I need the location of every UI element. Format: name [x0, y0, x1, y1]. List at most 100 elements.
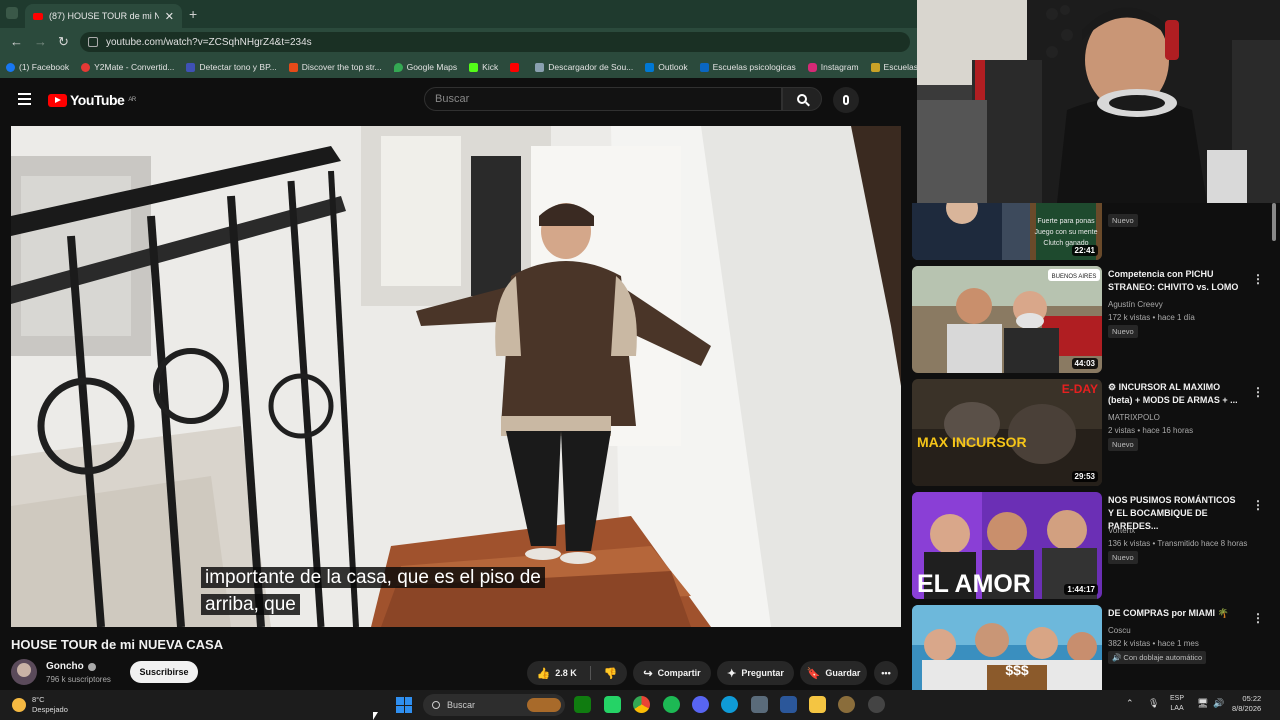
- site-info-icon[interactable]: [88, 37, 98, 47]
- thumb-title-text: EL AMOR: [917, 570, 1031, 598]
- weather-widget[interactable]: 8°C Despejado: [12, 695, 68, 715]
- subscriber-count: 796 k suscriptores: [46, 675, 111, 684]
- more-vertical-icon[interactable]: ⋮: [1252, 272, 1264, 286]
- video-thumbnail[interactable]: BUENOS AIRES 44:03: [912, 266, 1102, 373]
- like-divider: [589, 666, 591, 680]
- edge-icon[interactable]: [721, 696, 738, 713]
- bookmark-discover[interactable]: Discover the top str...: [288, 62, 382, 72]
- bookmark-detectar-tono[interactable]: Detectar tono y BP...: [186, 62, 277, 72]
- video-thumbnail[interactable]: $$$: [912, 605, 1102, 690]
- sidebar-scrollbar[interactable]: [1272, 203, 1276, 241]
- more-vertical-icon[interactable]: ⋮: [1252, 498, 1264, 512]
- spotify-icon[interactable]: [663, 696, 680, 713]
- y2mate-icon: [81, 62, 91, 72]
- recommendation-title[interactable]: Competencia con PICHU STRANEO: CHIVITO v…: [1108, 268, 1243, 294]
- like-count[interactable]: 2.8 K: [555, 668, 577, 678]
- xbox-icon[interactable]: [574, 696, 591, 713]
- recommendation-channel[interactable]: Coscu: [1108, 626, 1131, 635]
- taskbar-search[interactable]: Buscar: [423, 694, 565, 716]
- bookmark-y2mate[interactable]: Y2Mate - Convertid...: [81, 62, 174, 72]
- recommendation-channel[interactable]: Vorterix: [1108, 526, 1135, 535]
- close-tab-icon[interactable]: ✕: [165, 10, 174, 23]
- search-button[interactable]: [782, 87, 822, 111]
- ask-button[interactable]: ✦ Preguntar: [717, 661, 794, 685]
- video-thumbnail[interactable]: Fuerte para ponas Juego con su mente Clu…: [912, 203, 1102, 260]
- recommendation-meta: 172 k vistas • hace 1 día: [1108, 313, 1195, 322]
- share-button[interactable]: ↪ Compartir: [633, 661, 711, 685]
- windows-start-icon[interactable]: [396, 697, 412, 713]
- chrome-icon[interactable]: [633, 696, 650, 713]
- volume-icon[interactable]: 🔊: [1213, 698, 1224, 709]
- save-button[interactable]: 🔖 Guardar: [800, 661, 867, 685]
- thumb-text-line-1: Fuerte para ponas: [1037, 218, 1095, 225]
- more-actions-button[interactable]: •••: [874, 661, 898, 685]
- browser-tab-active[interactable]: (87) HOUSE TOUR de mi NUEVA... ✕: [25, 4, 182, 28]
- recommendation-title[interactable]: ⚙ INCURSOR AL MAXIMO (beta) + MODS DE AR…: [1108, 381, 1243, 407]
- bookmark-youtube[interactable]: [510, 62, 523, 72]
- video-player[interactable]: importante de la casa, que es el piso de…: [11, 126, 901, 627]
- like-icon[interactable]: 👍: [537, 667, 551, 680]
- bookmark-facebook[interactable]: (1) Facebook: [6, 62, 69, 72]
- tray-chevron-icon[interactable]: ⌃: [1126, 698, 1134, 709]
- bookmark-instagram[interactable]: Instagram: [807, 62, 859, 72]
- video-thumbnail[interactable]: MAX INCURSOR E-DAY 29:53: [912, 379, 1102, 486]
- obs-icon[interactable]: [868, 696, 885, 713]
- language-indicator[interactable]: ESP LAA: [1170, 694, 1184, 714]
- recommendation-title[interactable]: DE COMPRAS por MIAMI 🌴: [1108, 607, 1243, 620]
- menu-icon[interactable]: [18, 93, 31, 108]
- address-bar[interactable]: youtube.com/watch?v=ZCSqhNHgrZ4&t=234s: [80, 32, 910, 52]
- bookmark-soundcloud[interactable]: Descargador de Sou...: [535, 62, 633, 72]
- bookmark-kick[interactable]: Kick: [469, 62, 498, 72]
- reload-icon[interactable]: ↻: [58, 34, 69, 50]
- youtube-logo[interactable]: YouTube AR: [48, 92, 136, 108]
- subscribe-button[interactable]: Suscribirse: [130, 661, 198, 683]
- forward-arrow-icon[interactable]: →: [34, 34, 47, 49]
- more-vertical-icon[interactable]: ⋮: [1252, 611, 1264, 625]
- app-icon[interactable]: [838, 696, 855, 713]
- channel-avatar[interactable]: [11, 659, 37, 685]
- thumbnail-image: MAX INCURSOR E-DAY: [912, 379, 1102, 486]
- network-icon[interactable]: 🖥: [1197, 698, 1208, 709]
- new-badge: Nuevo: [1108, 551, 1138, 564]
- like-dislike-group: 👍 2.8 K 👎: [527, 661, 627, 685]
- tab-list-icon[interactable]: [6, 7, 18, 19]
- search-icon: [797, 94, 807, 104]
- whatsapp-icon[interactable]: [604, 696, 621, 713]
- microphone-icon: [843, 95, 849, 105]
- video-caption: importante de la casa, que es el piso de…: [201, 564, 545, 618]
- bookmark-escuelas-psicologicas[interactable]: Escuelas psicologicas: [699, 62, 796, 72]
- recommendation-channel[interactable]: MATRIXPOLO: [1108, 413, 1160, 422]
- thumbnail-image: BUENOS AIRES: [912, 266, 1102, 373]
- youtube-favicon-icon: [33, 12, 43, 20]
- cloud-icon: [535, 62, 545, 72]
- recommendation-item[interactable]: EL AMOR 1:44:17 NOS PUSIMOS ROMÁNTICOS Y…: [912, 492, 1272, 600]
- vocal-remover-icon: [186, 62, 196, 72]
- recommendation-item[interactable]: BUENOS AIRES 44:03 Competencia con PICHU…: [912, 266, 1272, 374]
- more-vertical-icon[interactable]: ⋮: [1252, 385, 1264, 399]
- browser-tab-bar: (87) HOUSE TOUR de mi NUEVA... ✕ +: [0, 0, 917, 28]
- search-icon: [432, 701, 440, 709]
- recommendation-item[interactable]: MAX INCURSOR E-DAY 29:53 ⚙ INCURSOR AL M…: [912, 379, 1272, 487]
- dislike-icon[interactable]: 👎: [604, 667, 618, 680]
- recommendation-item[interactable]: Fuerte para ponas Juego con su mente Clu…: [912, 203, 1272, 261]
- new-badge: Nuevo: [1108, 438, 1138, 451]
- new-tab-button[interactable]: +: [189, 6, 197, 22]
- discord-icon[interactable]: [692, 696, 709, 713]
- verified-icon: [87, 662, 96, 671]
- bookmark-escuelas-de-psicol[interactable]: Escuelas de Psicol: [870, 62, 917, 72]
- video-thumbnail[interactable]: EL AMOR 1:44:17: [912, 492, 1102, 599]
- search-input[interactable]: Buscar: [424, 87, 782, 111]
- recommendation-item[interactable]: $$$ DE COMPRAS por MIAMI 🌴 Coscu 382 k v…: [912, 605, 1272, 690]
- channel-name[interactable]: Goncho: [46, 661, 96, 672]
- tray-microphone-icon[interactable]: 🎙: [1148, 698, 1159, 709]
- file-explorer-icon[interactable]: [809, 696, 826, 713]
- calculator-icon[interactable]: [751, 696, 768, 713]
- back-arrow-icon[interactable]: ←: [10, 34, 23, 49]
- bookmark-google-maps[interactable]: Google Maps: [393, 62, 457, 72]
- recommendation-channel[interactable]: Agustín Creevy: [1108, 300, 1163, 309]
- bookmark-outlook[interactable]: Outlook: [645, 62, 688, 72]
- system-clock[interactable]: 05:22 8/8/2026: [1232, 694, 1261, 714]
- voice-search-button[interactable]: [833, 87, 859, 113]
- clock-date: 8/8/2026: [1232, 704, 1262, 713]
- word-icon[interactable]: [780, 696, 797, 713]
